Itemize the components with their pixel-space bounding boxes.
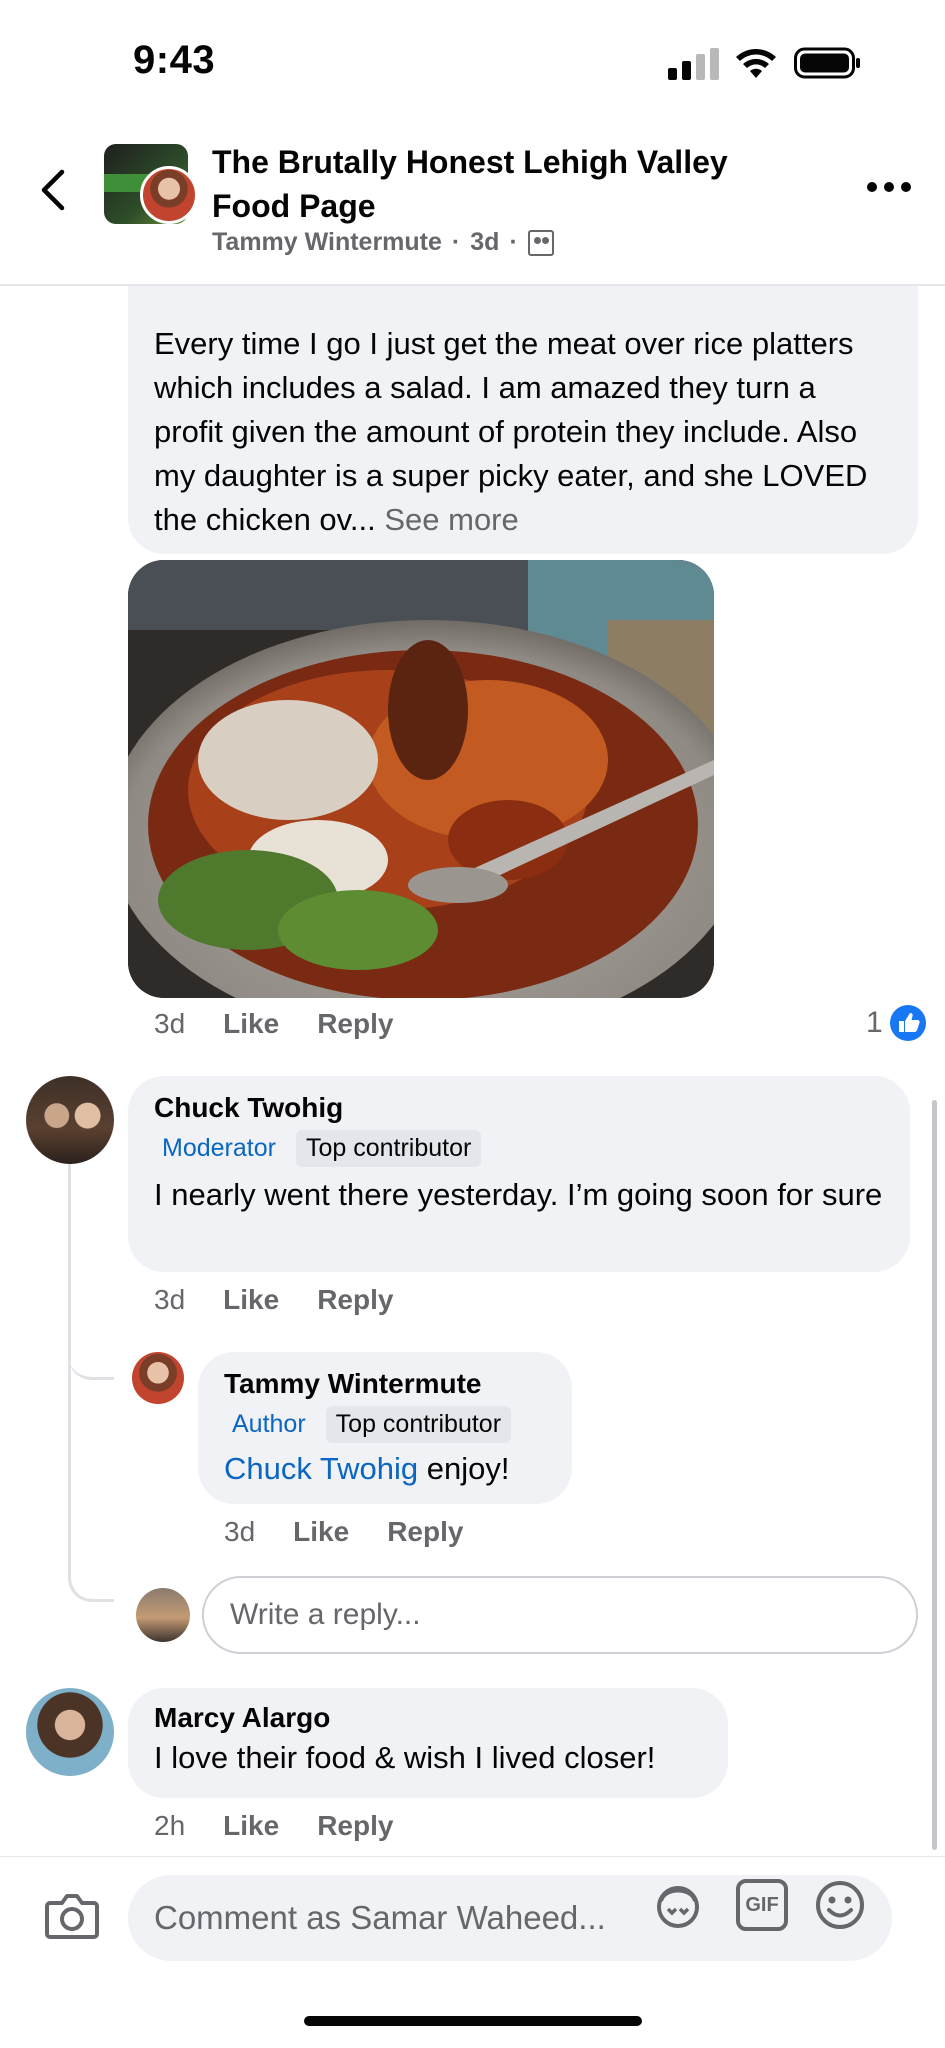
- emoji-icon[interactable]: [814, 1879, 866, 1931]
- like-button[interactable]: Like: [223, 1284, 279, 1316]
- moderator-badge: Moderator: [162, 1134, 276, 1162]
- author-badge: Author: [232, 1410, 306, 1438]
- comment-text: I nearly went there yesterday. I’m going…: [154, 1177, 883, 1212]
- thread-connector: [68, 1320, 114, 1380]
- meta-separator: ·: [451, 228, 461, 256]
- commenter-badges: Moderator Top contributor: [154, 1130, 884, 1167]
- like-button[interactable]: Like: [223, 1810, 279, 1842]
- comment-actions: 2h Like Reply: [154, 1810, 393, 1842]
- comment-composer: Comment as Samar Waheed... GIF: [0, 1856, 945, 1970]
- author-avatar[interactable]: [140, 166, 198, 224]
- comment-time: 3d: [154, 1284, 186, 1315]
- meta-separator: ·: [509, 228, 518, 256]
- home-indicator[interactable]: [304, 2016, 642, 2026]
- comment-bubble: Chuck Twohig Moderator Top contributor I…: [128, 1076, 910, 1272]
- commenter-avatar[interactable]: [26, 1076, 114, 1164]
- commenter-name[interactable]: Chuck Twohig: [154, 1092, 884, 1124]
- reply-button[interactable]: Reply: [387, 1516, 463, 1548]
- reply-input[interactable]: Write a reply...: [202, 1576, 918, 1654]
- comment-actions: 3d Like Reply: [154, 1008, 393, 1040]
- comment-text: I love their food & wish I lived closer!: [154, 1740, 656, 1775]
- thread-connector: [68, 1162, 114, 1602]
- comment-time: 2h: [154, 1810, 186, 1841]
- scrollbar[interactable]: [932, 1100, 937, 1850]
- reply-button[interactable]: Reply: [317, 1008, 393, 1040]
- post-header: The Brutally Honest Lehigh Valley Food P…: [0, 130, 945, 286]
- reaction-count: 1: [866, 1006, 883, 1039]
- author-name[interactable]: Tammy Wintermute: [212, 228, 442, 257]
- group-privacy-icon: [527, 229, 554, 256]
- comment-time: 3d: [154, 1008, 186, 1039]
- food-photo-illustration: [128, 560, 714, 998]
- commenter-avatar[interactable]: [132, 1352, 184, 1404]
- top-contributor-badge: Top contributor: [325, 1406, 512, 1443]
- commenter-badges: Author Top contributor: [224, 1406, 546, 1443]
- comment-actions: 3d Like Reply: [224, 1516, 463, 1548]
- like-button[interactable]: Like: [223, 1008, 279, 1040]
- like-button[interactable]: Like: [293, 1516, 349, 1548]
- battery-icon: [794, 47, 860, 79]
- mention-link[interactable]: Chuck Twohig: [224, 1451, 418, 1486]
- top-contributor-badge: Top contributor: [295, 1130, 482, 1167]
- commenter-avatar[interactable]: [26, 1688, 114, 1776]
- reply-button[interactable]: Reply: [317, 1284, 393, 1316]
- gif-label: GIF: [745, 1894, 779, 1916]
- wifi-icon: [736, 49, 776, 78]
- reaction-summary[interactable]: 1: [866, 1004, 927, 1042]
- see-more-link[interactable]: See more: [384, 502, 518, 537]
- group-title[interactable]: The Brutally Honest Lehigh Valley Food P…: [212, 140, 812, 228]
- back-arrow-icon[interactable]: [30, 160, 80, 220]
- gif-icon[interactable]: GIF: [736, 1879, 788, 1931]
- post-age: 3d: [470, 228, 500, 256]
- commenter-name[interactable]: Tammy Wintermute: [224, 1368, 546, 1400]
- current-user-avatar: [136, 1588, 190, 1642]
- comment-text: enjoy!: [418, 1451, 510, 1486]
- comment-time: 3d: [224, 1516, 256, 1547]
- comment-photo[interactable]: [128, 560, 714, 998]
- comment-bubble: Marcy Alargo I love their food & wish I …: [128, 1688, 728, 1798]
- comment-input-placeholder: Comment as Samar Waheed...: [154, 1899, 606, 1936]
- commenter-name[interactable]: Marcy Alargo: [154, 1702, 702, 1734]
- more-options-icon[interactable]: [867, 182, 911, 192]
- status-time: 9:43: [133, 38, 216, 82]
- camera-icon[interactable]: [44, 1891, 100, 1941]
- like-reaction-icon: [889, 1005, 926, 1041]
- status-bar: 9:43: [0, 0, 945, 120]
- cellular-signal-icon: [668, 48, 719, 80]
- comment-bubble: Every time I go I just get the meat over…: [128, 286, 918, 554]
- avatar-sticker-icon[interactable]: [652, 1879, 704, 1931]
- post-meta: Tammy Wintermute · 3d ·: [212, 228, 554, 257]
- reply-bubble: Tammy Wintermute Author Top contributor …: [198, 1352, 572, 1504]
- reply-button[interactable]: Reply: [317, 1810, 393, 1842]
- comment-actions: 3d Like Reply: [154, 1284, 393, 1316]
